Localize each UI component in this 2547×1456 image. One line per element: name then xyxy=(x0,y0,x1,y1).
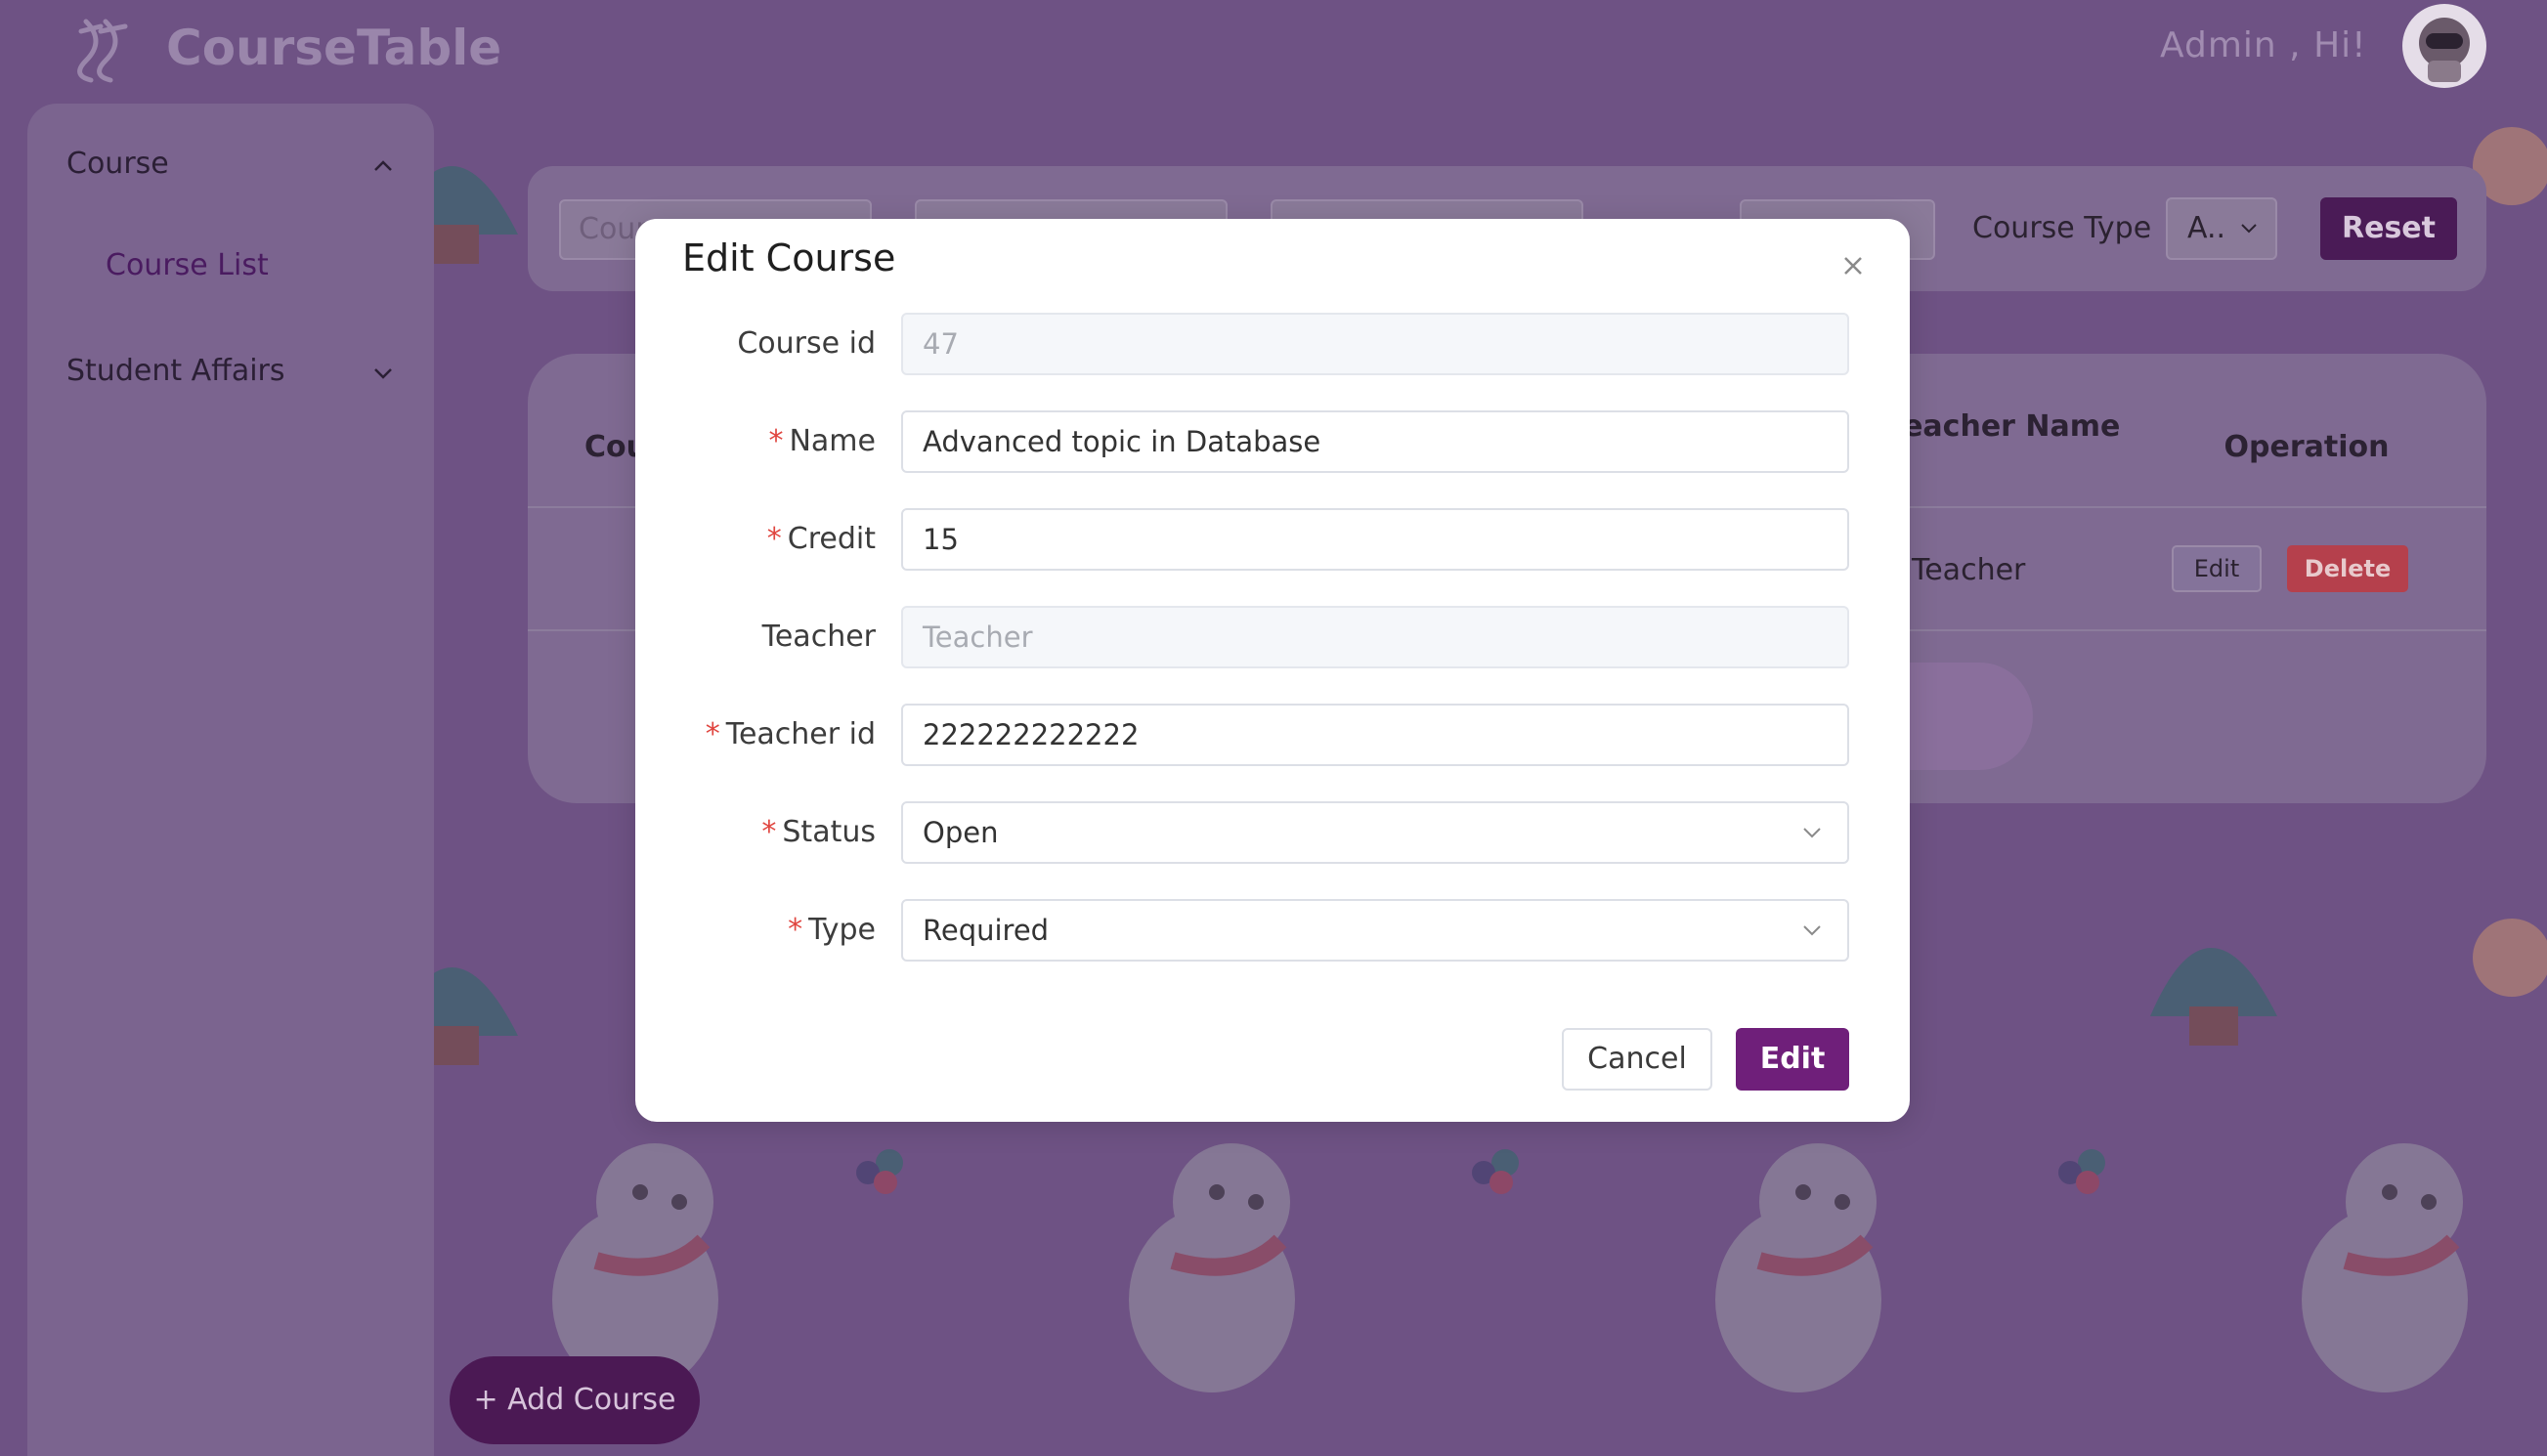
course-id-field: 47 xyxy=(901,313,1849,375)
status-value: Open xyxy=(923,816,999,849)
sidebar-group-student-affairs[interactable]: Student Affairs xyxy=(66,354,285,388)
chevron-down-icon xyxy=(2241,224,2257,234)
row-edit-button[interactable]: Edit xyxy=(2172,545,2262,592)
credit-field[interactable]: 15 xyxy=(901,508,1849,571)
required-mark: * xyxy=(761,815,777,849)
cell-teacher-name: Teacher xyxy=(1912,553,2026,587)
cancel-button[interactable]: Cancel xyxy=(1562,1028,1712,1091)
course-type-value: A.. xyxy=(2187,211,2226,245)
ribbon-logo-icon[interactable] xyxy=(66,12,141,86)
edit-course-dialog: Edit Course Course id 47 * Name Advanced … xyxy=(635,219,1910,1122)
required-mark: * xyxy=(788,913,803,947)
course-type-label: Course Type xyxy=(1972,211,2152,245)
reset-button[interactable]: Reset xyxy=(2320,197,2457,260)
close-icon[interactable] xyxy=(1835,248,1871,283)
status-select[interactable]: Open xyxy=(901,801,1849,864)
teacher-id-field[interactable]: 222222222222 xyxy=(901,704,1849,766)
name-label: * Name xyxy=(768,424,876,458)
avatar[interactable] xyxy=(2402,4,2486,88)
teacher-label: Teacher xyxy=(761,620,876,654)
chevron-down-icon xyxy=(1803,828,1821,838)
type-select[interactable]: Required xyxy=(901,899,1849,962)
required-mark: * xyxy=(705,717,720,751)
course-id-label: Course id xyxy=(737,326,876,361)
sidebar-group-course[interactable]: Course xyxy=(66,147,169,181)
credit-label: * Credit xyxy=(766,522,876,556)
add-course-button[interactable]: + Add Course xyxy=(450,1356,700,1444)
sidebar-group-label: Course xyxy=(66,147,169,181)
user-greeting: Admin , Hi! xyxy=(2160,25,2367,65)
app-header: CourseTable Admin , Hi! xyxy=(0,0,2547,98)
sidebar-group-label: Student Affairs xyxy=(66,354,285,388)
column-header-teacher-name: Teacher Name xyxy=(1886,409,2121,444)
app-title[interactable]: CourseTable xyxy=(166,20,501,76)
row-delete-button[interactable]: Delete xyxy=(2287,545,2408,592)
chevron-down-icon xyxy=(1803,925,1821,936)
teacher-field: Teacher xyxy=(901,606,1849,668)
teacher-id-label: * Teacher id xyxy=(705,717,876,751)
type-label: * Type xyxy=(788,913,876,947)
status-label: * Status xyxy=(761,815,876,849)
name-field[interactable]: Advanced topic in Database xyxy=(901,410,1849,473)
type-value: Required xyxy=(923,914,1050,947)
required-mark: * xyxy=(768,424,784,458)
chevron-up-icon[interactable] xyxy=(369,152,397,180)
sidebar-item-course-list[interactable]: Course List xyxy=(106,248,269,282)
astronaut-avatar-icon xyxy=(2419,18,2470,82)
chevron-down-icon[interactable] xyxy=(369,360,397,387)
dialog-title: Edit Course xyxy=(682,236,896,279)
course-type-select[interactable]: A.. xyxy=(2166,197,2277,260)
column-header-operation: Operation xyxy=(2223,430,2390,464)
submit-edit-button[interactable]: Edit xyxy=(1736,1028,1849,1091)
required-mark: * xyxy=(766,522,782,556)
sidebar: Course Course List Student Affairs xyxy=(27,104,434,1456)
